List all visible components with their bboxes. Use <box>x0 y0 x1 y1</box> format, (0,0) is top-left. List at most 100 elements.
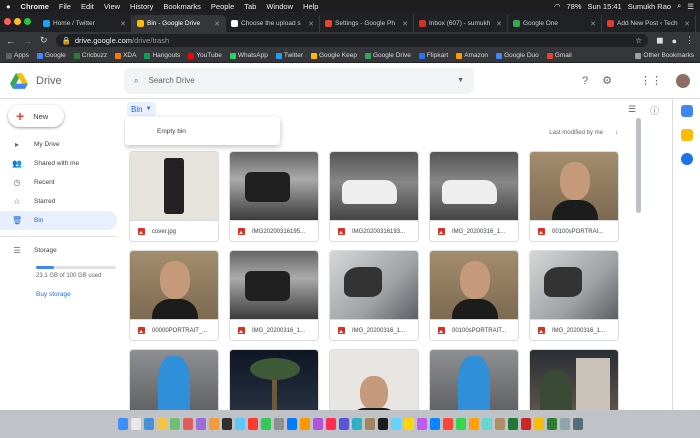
search-input[interactable]: ⌕ Search Drive ▼ <box>124 67 474 94</box>
menu-history[interactable]: History <box>130 2 153 11</box>
bookmark-item[interactable]: Cricbuzz <box>73 52 107 59</box>
buy-storage-link[interactable]: Buy storage <box>36 291 124 298</box>
bookmark-item[interactable]: Google Duo <box>496 52 539 59</box>
bookmark-item[interactable]: Google Keep <box>311 52 357 59</box>
browser-tab[interactable]: Google One ✕ <box>508 15 602 32</box>
dock-app-icon[interactable] <box>390 418 401 430</box>
wifi-icon[interactable]: ◠ <box>554 2 561 11</box>
bookmark-item[interactable]: Google <box>36 52 66 59</box>
dock-app-icon[interactable] <box>156 418 167 430</box>
sidebar-item-recent[interactable]: ◷ Recent <box>0 173 124 192</box>
file-card[interactable]: cover.jpg <box>129 151 219 242</box>
dock-app-icon[interactable] <box>286 418 297 430</box>
dock-app-icon[interactable] <box>143 418 154 430</box>
dock-app-icon[interactable] <box>455 418 466 430</box>
close-window-icon[interactable] <box>4 18 11 25</box>
file-card[interactable]: IMG_20200316_1... <box>529 250 619 341</box>
close-tab-icon[interactable]: ✕ <box>214 20 220 28</box>
bookmark-item[interactable]: Flipkart <box>418 52 448 59</box>
bookmark-star-icon[interactable]: ☆ <box>635 36 642 45</box>
dock-app-icon[interactable] <box>260 418 271 430</box>
dock-app-icon[interactable] <box>195 418 206 430</box>
app-menu[interactable]: Chrome <box>21 2 49 11</box>
storage-item[interactable]: ☰ Storage <box>0 241 124 260</box>
user-name[interactable]: Sumukh Rao <box>628 2 671 11</box>
arrow-down-icon[interactable]: ↓ <box>615 130 618 136</box>
file-card[interactable]: IMG20200316193... <box>329 151 419 242</box>
close-tab-icon[interactable]: ✕ <box>402 20 408 28</box>
dock-app-icon[interactable] <box>299 418 310 430</box>
dock-app-icon[interactable] <box>468 418 479 430</box>
sidebar-item-bin[interactable]: 🗑 Bin <box>0 211 117 230</box>
file-card[interactable]: 00100sPORTRAI... <box>529 151 619 242</box>
file-card[interactable]: 00000PORTRAIT_... <box>129 250 219 341</box>
dock-app-icon[interactable] <box>338 418 349 430</box>
scrollbar[interactable] <box>636 118 641 213</box>
file-card[interactable] <box>429 349 519 410</box>
sidebar-item-shared-with-me[interactable]: 👥 Shared with me <box>0 154 124 173</box>
dock-app-icon[interactable] <box>429 418 440 430</box>
search-icon[interactable]: ⌕ <box>677 1 681 11</box>
sort-control[interactable]: Last modified by me ↓ <box>549 130 618 136</box>
dock-app-icon[interactable] <box>481 418 492 430</box>
file-card[interactable]: 00100sPORTRAIT... <box>429 250 519 341</box>
empty-bin-menu-item[interactable]: Empty bin <box>125 117 280 145</box>
dock-app-icon[interactable] <box>182 418 193 430</box>
bookmark-item[interactable]: Google Drive <box>364 52 411 59</box>
new-button[interactable]: + New <box>8 105 64 127</box>
dock-app-icon[interactable] <box>377 418 388 430</box>
menu-help[interactable]: Help <box>303 2 318 11</box>
menu-file[interactable]: File <box>59 2 71 11</box>
file-card[interactable] <box>329 349 419 410</box>
menu-bookmarks[interactable]: Bookmarks <box>163 2 201 11</box>
extension-icon[interactable]: ◼ <box>656 35 663 46</box>
dock-app-icon[interactable] <box>312 418 323 430</box>
list-view-icon[interactable]: ☰ <box>628 104 636 117</box>
tasks-icon[interactable] <box>680 153 693 165</box>
apple-icon[interactable]: ● <box>6 2 11 11</box>
file-card[interactable]: IMG20200316195... <box>229 151 319 242</box>
dock-app-icon[interactable] <box>364 418 375 430</box>
close-tab-icon[interactable]: ✕ <box>684 20 690 28</box>
dock-app-icon[interactable] <box>572 418 583 430</box>
maximize-window-icon[interactable] <box>24 18 31 25</box>
dock-app-icon[interactable] <box>559 418 570 430</box>
profile-icon[interactable]: ● <box>672 36 677 46</box>
dock-app-icon[interactable] <box>520 418 531 430</box>
clock[interactable]: Sun 15:41 <box>588 2 622 11</box>
avatar[interactable] <box>676 73 690 88</box>
browser-tab[interactable]: Settings - Google Ph ✕ <box>320 15 414 32</box>
menu-window[interactable]: Window <box>266 2 293 11</box>
info-icon[interactable]: ⓘ <box>650 104 659 117</box>
omnibox[interactable]: 🔒 drive.google.com/drive/trash ☆ <box>55 34 649 47</box>
close-tab-icon[interactable]: ✕ <box>496 20 502 28</box>
bookmark-item[interactable]: Hangouts <box>144 52 180 59</box>
dock-app-icon[interactable] <box>546 418 557 430</box>
file-card[interactable] <box>529 349 619 410</box>
minimize-window-icon[interactable] <box>14 18 21 25</box>
bookmark-item[interactable]: Twitter <box>275 52 303 59</box>
settings-gear-icon[interactable]: ⚙ <box>602 74 612 87</box>
menu-people[interactable]: People <box>211 2 234 11</box>
sidebar-item-my-drive[interactable]: ▸ My Drive <box>0 135 124 154</box>
more-icon[interactable]: ⋮ <box>685 35 694 46</box>
help-icon[interactable]: ? <box>582 75 588 87</box>
close-tab-icon[interactable]: ✕ <box>308 20 314 28</box>
close-tab-icon[interactable]: ✕ <box>590 20 596 28</box>
menu-view[interactable]: View <box>104 2 120 11</box>
forward-icon[interactable]: → <box>23 36 32 46</box>
dock-app-icon[interactable] <box>247 418 258 430</box>
bookmark-item[interactable]: YouTube <box>188 52 222 59</box>
dock-app-icon[interactable] <box>117 418 128 430</box>
dock-app-icon[interactable] <box>416 418 427 430</box>
battery-percent[interactable]: 78% <box>566 2 581 11</box>
dock-app-icon[interactable] <box>130 418 141 430</box>
bookmark-item[interactable]: Apps <box>6 52 29 59</box>
browser-tab[interactable]: Bin - Google Drive ✕ <box>132 15 226 32</box>
file-card[interactable]: IMG_20200316_1... <box>329 250 419 341</box>
close-tab-icon[interactable]: ✕ <box>120 20 126 28</box>
dock-app-icon[interactable] <box>351 418 362 430</box>
menu-tab[interactable]: Tab <box>244 2 256 11</box>
bookmark-item[interactable]: Amazon <box>456 52 488 59</box>
dock-app-icon[interactable] <box>234 418 245 430</box>
